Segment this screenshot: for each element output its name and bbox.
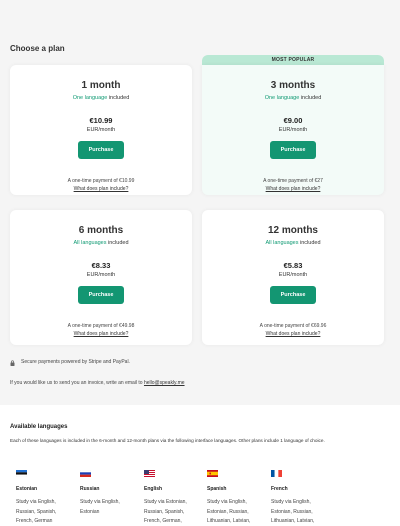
spain-flag-icon <box>207 470 218 477</box>
language-spanish: Spanish Study via English, Estonian, Rus… <box>207 470 263 526</box>
plan-includes: One language included <box>264 95 322 101</box>
language-estonian: Estonian Study via English, Russian, Spa… <box>16 470 72 526</box>
plan-payment-note: A one-time payment of €69.96 <box>259 323 327 329</box>
language-name: Spanish <box>207 486 227 492</box>
language-study-via: Study via English, Estonian <box>80 499 120 515</box>
plan-price-unit: EUR/month <box>278 127 308 133</box>
available-languages-section: Available languages Each of these langua… <box>0 405 400 526</box>
language-name: Russian <box>80 486 100 492</box>
russia-flag-icon <box>80 470 91 477</box>
plan-name: 6 months <box>78 225 124 236</box>
plan-card-6-months: 6 months All languages included €8.33 EU… <box>10 210 192 345</box>
secure-payments-note: Secure payments powered by Stripe and Pa… <box>10 359 130 366</box>
plan-price: €10.99 <box>89 116 113 125</box>
plan-details-link[interactable]: What does plan include? <box>202 331 384 337</box>
purchase-button[interactable]: Purchase <box>78 141 124 159</box>
plan-card-1-month: 1 month One language included €10.99 EUR… <box>10 65 192 195</box>
plan-payment-note: A one-time payment of €27 <box>263 178 323 184</box>
language-study-via: Study via Estonian, Russian, Spanish, Fr… <box>144 499 187 524</box>
page-title: Choose a plan <box>10 44 65 53</box>
purchase-button[interactable]: Purchase <box>78 286 124 304</box>
plan-details-link[interactable]: What does plan include? <box>202 186 384 192</box>
plan-includes: All languages included <box>265 240 321 246</box>
plan-payment-note: A one-time payment of €10.99 <box>67 178 135 184</box>
secure-payments-text: Secure payments powered by Stripe and Pa… <box>21 359 130 365</box>
language-french: French Study via English, Estonian, Russ… <box>271 470 327 526</box>
available-languages-title: Available languages <box>10 424 68 430</box>
france-flag-icon <box>271 470 282 477</box>
language-name: English <box>144 486 163 492</box>
plan-name: 12 months <box>267 225 318 236</box>
lock-icon <box>10 359 15 366</box>
plan-card-3-months: 3 months One language included €9.00 EUR… <box>202 65 384 195</box>
plan-card-12-months: 12 months All languages included €5.83 E… <box>202 210 384 345</box>
plan-includes: One language included <box>72 95 130 101</box>
language-english: English Study via Estonian, Russian, Spa… <box>144 470 200 526</box>
invoice-email-link[interactable]: hello@speakly.me <box>144 380 185 386</box>
language-russian: Russian Study via English, Estonian <box>80 470 136 517</box>
language-study-via: Study via English, Russian, Spanish, Fre… <box>16 499 57 524</box>
purchase-button[interactable]: Purchase <box>270 141 316 159</box>
language-study-via: Study via English, Estonian, Russian, Li… <box>271 499 315 524</box>
plan-details-link[interactable]: What does plan include? <box>10 331 192 337</box>
usa-flag-icon <box>144 470 155 477</box>
plan-name: 1 month <box>81 80 121 91</box>
language-study-via: Study via English, Estonian, Russian, Li… <box>207 499 251 524</box>
plan-price: €8.33 <box>91 261 111 270</box>
plan-price-unit: EUR/month <box>86 272 116 278</box>
plan-name: 3 months <box>270 80 316 91</box>
plan-price: €9.00 <box>283 116 303 125</box>
plan-details-link[interactable]: What does plan include? <box>10 186 192 192</box>
plan-price-unit: EUR/month <box>86 127 116 133</box>
plan-includes: All languages included <box>73 240 129 246</box>
estonia-flag-icon <box>16 470 27 477</box>
plan-price: €5.83 <box>283 261 303 270</box>
plan-payment-note: A one-time payment of €49.98 <box>67 323 135 329</box>
invoice-note: If you would like us to send you an invo… <box>10 380 185 386</box>
plan-price-unit: EUR/month <box>278 272 308 278</box>
language-name: Estonian <box>16 486 38 492</box>
purchase-button[interactable]: Purchase <box>270 286 316 304</box>
language-name: French <box>271 486 288 492</box>
available-languages-description: Each of these languages is included in t… <box>10 438 325 443</box>
